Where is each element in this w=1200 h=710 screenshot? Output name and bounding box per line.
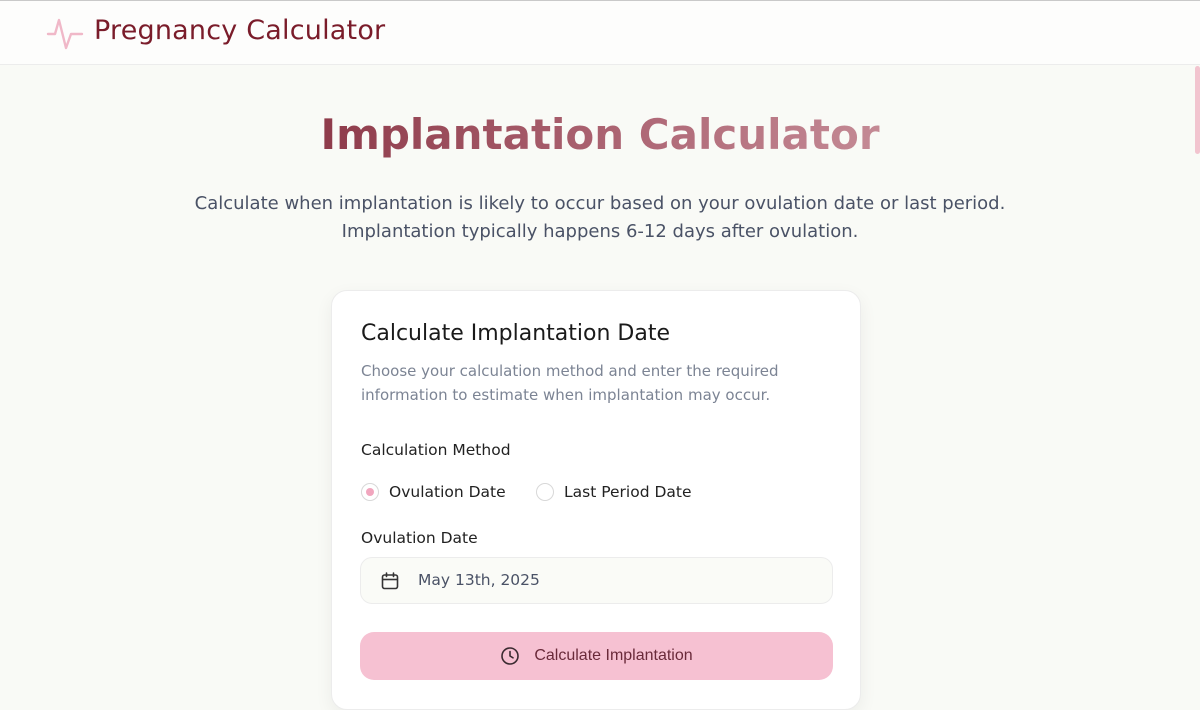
- radio-label-last-period-date: Last Period Date: [564, 483, 692, 501]
- card-title: Calculate Implantation Date: [361, 321, 670, 346]
- method-label: Calculation Method: [361, 441, 511, 459]
- page-subtitle: Calculate when implantation is likely to…: [150, 190, 1050, 246]
- radio-ovulation-date[interactable]: Ovulation Date: [361, 482, 511, 504]
- site-header: Pregnancy Calculator: [0, 1, 1200, 65]
- calculate-implantation-button[interactable]: Calculate Implantation: [360, 632, 833, 680]
- subtitle-line-1: Calculate when implantation is likely to…: [194, 193, 1006, 214]
- date-value: May 13th, 2025: [418, 571, 540, 589]
- ovulation-date-picker[interactable]: May 13th, 2025: [360, 557, 833, 604]
- calculate-button-label: Calculate Implantation: [534, 647, 693, 664]
- date-label: Ovulation Date: [361, 529, 478, 547]
- radio-indicator[interactable]: [536, 483, 554, 501]
- radio-label-ovulation-date: Ovulation Date: [389, 483, 506, 501]
- clock-icon: [501, 647, 520, 665]
- calendar-icon: [381, 572, 399, 590]
- calculator-card: Calculate Implantation Date Choose your …: [331, 290, 861, 710]
- card-description: Choose your calculation method and enter…: [361, 362, 779, 404]
- site-brand[interactable]: Pregnancy Calculator: [94, 15, 385, 46]
- radio-last-period-date[interactable]: Last Period Date: [536, 482, 706, 504]
- page-title: Implantation Calculator: [320, 110, 880, 159]
- heartbeat-icon[interactable]: [46, 14, 84, 52]
- radio-indicator-selected[interactable]: [361, 483, 379, 501]
- subtitle-line-2: Implantation typically happens 6-12 days…: [341, 221, 859, 242]
